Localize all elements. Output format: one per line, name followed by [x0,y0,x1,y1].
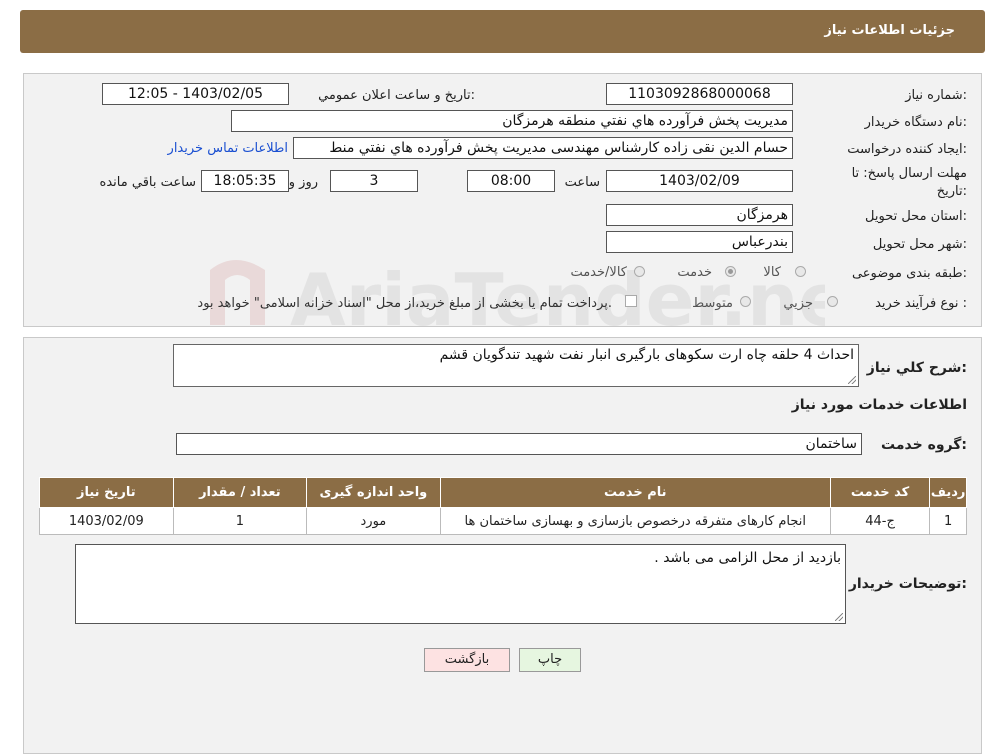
service-group-field: ساختمان [176,433,862,455]
service-group-label: گروه خدمت: [881,437,967,453]
creator-field: حسام الدين نقی زاده کارشناس مهندسی مديري… [293,137,793,159]
col-need-date: تاريخ نياز [39,477,174,508]
buyer-org-label: نام دستگاه خريدار: [864,115,967,130]
resize-handle-icon[interactable] [835,613,843,621]
buyer-contact-link[interactable]: اطلاعات تماس خريدار [168,141,288,156]
need-number-label: شماره نیاز: [905,88,967,103]
deadline-time-label: ساعت [564,175,600,190]
cell-row-number: 1 [929,507,967,535]
description-text: احداث 4 حلقه چاه ارت سکوهای بارگیری انبا… [439,347,854,363]
resize-handle-icon[interactable] [848,376,856,384]
deadline-label-date: تاریخ: [936,184,967,199]
category-radio-service[interactable] [725,266,736,277]
province-field: هرمزگان [606,204,793,226]
cell-unit: مورد [306,507,441,535]
days-label: روز و [288,175,318,190]
need-number-field: 1103092868000068 [606,83,793,105]
payment-note: پرداخت تمام يا بخشی از مبلغ خريد،از محل … [197,296,612,311]
back-button[interactable]: بازگشت [424,648,510,672]
purchase-radio-minor[interactable] [827,296,838,307]
print-button[interactable]: چاپ [519,648,581,672]
city-field: بندرعباس [606,231,793,253]
province-label: استان محل تحویل: [865,209,967,224]
col-unit: واحد اندازه گيری [306,477,441,508]
category-option-goods: کالا [763,265,781,280]
category-radio-goods[interactable] [795,266,806,277]
col-service-name: نام خدمت [439,477,831,508]
category-radio-goods-service[interactable] [634,266,645,277]
days-field: 3 [330,170,418,192]
announce-datetime-label: تاریخ و ساعت اعلان عمومي: [318,88,475,103]
creator-label: ايجاد کننده درخواست: [847,142,967,157]
services-section-title: اطلاعات خدمات مورد نیاز [791,397,967,413]
table-header-row: رديف کد خدمت نام خدمت واحد اندازه گيری ت… [39,477,967,508]
cell-quantity: 1 [172,507,308,535]
page-title: جزئیات اطلاعات نیاز [824,23,955,38]
deadline-time-field: 08:00 [467,170,555,192]
buyer-org-field: مديريت پخش فرآورده هاي نفتي منطقه هرمزگا… [231,110,793,132]
announce-datetime-field: 1403/02/05 - 12:05 [102,83,289,105]
col-service-code: کد خدمت [829,477,931,508]
purchase-option-medium: متوسط [692,296,733,311]
deadline-date-field: 1403/02/09 [606,170,793,192]
buyer-notes-text: بازدید از محل الزامی می باشد . [654,550,841,566]
cell-need-date: 1403/02/09 [39,507,174,535]
deadline-label: مهلت ارسال پاسخ: تا [851,166,967,181]
description-label: شرح کلي نياز: [866,360,967,376]
services-table: رديف کد خدمت نام خدمت واحد اندازه گيری ت… [39,477,967,535]
services-table-wrap: رديف کد خدمت نام خدمت واحد اندازه گيری ت… [39,477,967,535]
city-label: شهر محل تحویل: [872,237,967,252]
page-header: جزئیات اطلاعات نیاز [20,10,985,53]
col-row-number: رديف [929,477,967,508]
category-option-service: خدمت [677,265,712,280]
description-textarea[interactable]: احداث 4 حلقه چاه ارت سکوهای بارگیری انبا… [173,344,859,387]
category-option-goods-service: کالا/خدمت [570,265,627,280]
purchase-radio-medium[interactable] [740,296,751,307]
remaining-label: ساعت باقي مانده [99,175,196,190]
col-quantity: تعداد / مقدار [172,477,308,508]
cell-service-code: ج-44 [829,507,931,535]
purchase-type-label: نوع فرآیند خرید : [875,296,967,311]
purchase-option-minor: جزيي [783,296,813,311]
remaining-time-field: 18:05:35 [201,170,289,192]
cell-service-name: انجام کارهای متفرقه درخصوص بازسازی و بهس… [439,507,831,535]
buyer-notes-label: توضيحات خريدار: [848,576,967,592]
table-row: 1 ج-44 انجام کارهای متفرقه درخصوص بازساز… [39,507,967,535]
category-label: طبقه بندی موضوعی: [851,266,967,281]
treasury-bonds-checkbox[interactable] [625,295,637,307]
watermark-logo: AriaTender.neT [210,258,825,342]
buyer-notes-textarea[interactable]: بازدید از محل الزامی می باشد . [75,544,846,624]
